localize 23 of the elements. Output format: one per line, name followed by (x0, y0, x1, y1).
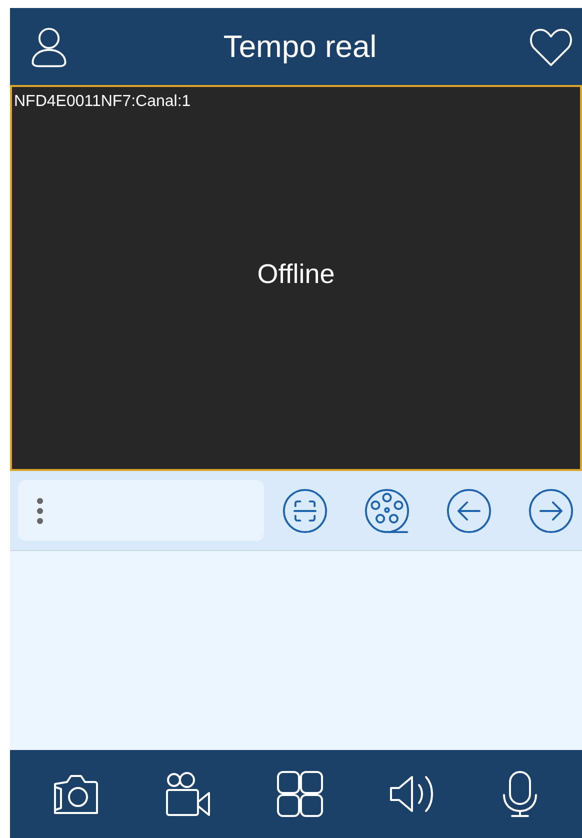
heart-button[interactable] (528, 26, 574, 66)
channel-label: NFD4E0011NF7:Canal:1 (13, 92, 191, 111)
grid-icon (276, 770, 324, 818)
arrow-right-icon (528, 488, 574, 534)
vertical-dots-icon (36, 496, 44, 524)
arrow-left-icon (446, 488, 492, 534)
microphone-icon (500, 770, 540, 818)
camera-button[interactable] (52, 772, 100, 816)
camera-icon (52, 772, 100, 816)
video-tile[interactable]: NFD4E0011NF7:Canal:1 Offline (10, 85, 582, 471)
scan-button[interactable] (282, 488, 328, 534)
grid-button[interactable] (276, 770, 324, 818)
screen-title: Tempo real (223, 28, 377, 64)
film-reel-button[interactable] (364, 488, 410, 534)
film-reel-icon (364, 488, 410, 534)
microphone-button[interactable] (500, 770, 540, 818)
arrow-left-button[interactable] (446, 488, 492, 534)
arrow-right-button[interactable] (528, 488, 574, 534)
video-camera-button[interactable] (164, 771, 212, 817)
status-text: Offline (257, 259, 335, 290)
heart-icon (528, 26, 574, 66)
video-camera-icon (164, 771, 212, 817)
scan-icon (282, 488, 328, 534)
